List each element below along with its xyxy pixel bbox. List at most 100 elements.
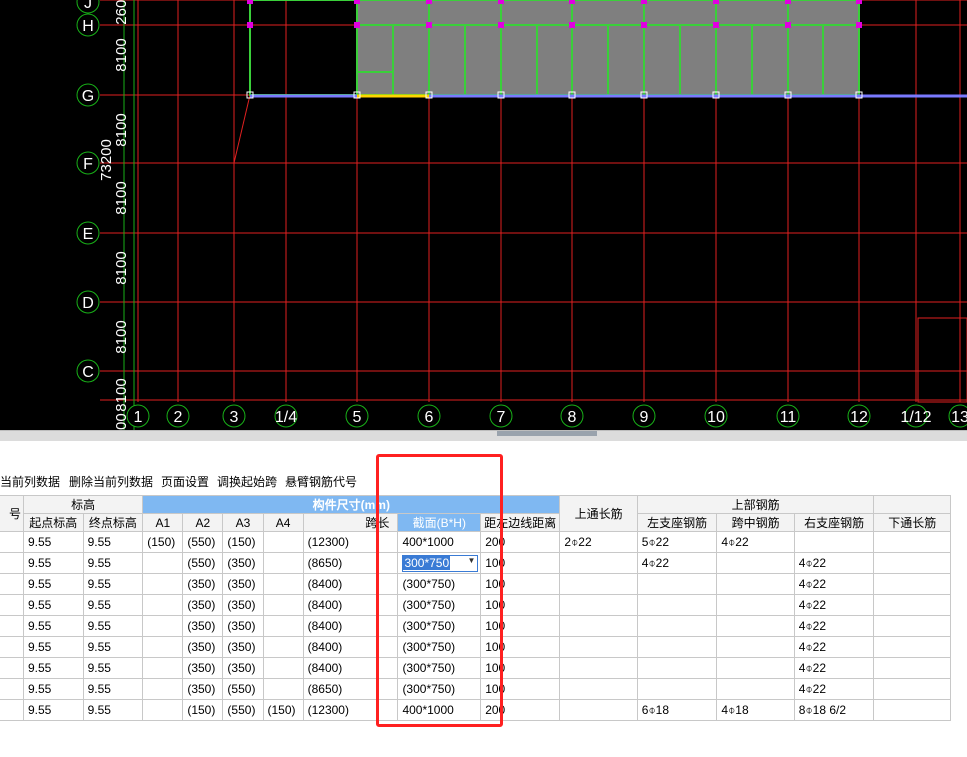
cell-index[interactable] [0,552,24,574]
cell-mid[interactable] [716,657,795,679]
cell-right[interactable]: 4⌽22 [793,678,875,700]
cell-e[interactable]: 9.55 [82,699,144,721]
cell-mid[interactable]: 4⌽22 [716,531,795,553]
cell-right[interactable]: 4⌽22 [793,657,875,679]
cell-index[interactable] [0,615,24,637]
cell-a2[interactable]: (350) [182,594,224,616]
cell-a1[interactable] [142,678,184,700]
cell-left[interactable] [636,615,718,637]
cell-a3[interactable]: (350) [222,657,264,679]
cantilever-rebar-code-button[interactable]: 悬臂钢筋代号 [285,473,357,490]
cell-a1[interactable] [142,699,184,721]
cell-bot[interactable] [873,531,951,553]
cell-top[interactable] [559,678,638,700]
cell-index[interactable] [0,699,24,721]
cell-a1[interactable] [142,552,184,574]
cell-index[interactable] [0,657,24,679]
cell-s[interactable]: 9.55 [22,699,84,721]
cell-e[interactable]: 9.55 [82,531,144,553]
cell-s[interactable]: 9.55 [22,678,84,700]
cell-bot[interactable] [873,573,951,595]
cell-top[interactable] [559,573,638,595]
cell-mid[interactable] [716,573,795,595]
cell-left[interactable] [636,594,718,616]
cell-mid[interactable] [716,615,795,637]
page-setup-button[interactable]: 页面设置 [161,473,209,490]
cell-top[interactable] [559,636,638,658]
cell-bot[interactable] [873,552,951,574]
cell-bot[interactable] [873,636,951,658]
cell-left[interactable]: 4⌽22 [636,552,718,574]
cell-top[interactable] [559,615,638,637]
swap-start-span-button[interactable]: 调换起始跨 [217,473,277,490]
cell-a4[interactable] [262,636,304,658]
cell-mid[interactable] [716,636,795,658]
cell-s[interactable]: 9.55 [22,552,84,574]
splitter-grip[interactable] [497,431,597,436]
cad-drawing[interactable]: JHGFEDC260081008100810081008100810081007… [0,0,967,430]
cell-a3[interactable]: (350) [222,615,264,637]
cell-a4[interactable] [262,657,304,679]
cell-s[interactable]: 9.55 [22,636,84,658]
cell-e[interactable]: 9.55 [82,657,144,679]
cell-mid[interactable] [716,552,795,574]
cell-s[interactable]: 9.55 [22,573,84,595]
cell-a4[interactable] [262,573,304,595]
cell-a2[interactable]: (150) [182,699,224,721]
cell-a3[interactable]: (350) [222,636,264,658]
cell-right[interactable]: 4⌽22 [793,594,875,616]
cell-a4[interactable] [262,531,304,553]
cell-right[interactable]: 4⌽22 [793,552,875,574]
cell-top[interactable] [559,699,638,721]
cell-a1[interactable] [142,657,184,679]
cell-left[interactable] [636,573,718,595]
cell-e[interactable]: 9.55 [82,552,144,574]
cell-e[interactable]: 9.55 [82,573,144,595]
cell-bot[interactable] [873,699,951,721]
current-column-data-button[interactable]: 当前列数据 [0,473,60,490]
cell-a2[interactable]: (350) [182,615,224,637]
cell-right[interactable]: 8⌽18 6/2 [793,699,875,721]
cell-a4[interactable] [262,552,304,574]
cell-e[interactable]: 9.55 [82,594,144,616]
cell-index[interactable] [0,594,24,616]
cell-left[interactable] [636,657,718,679]
cell-a1[interactable] [142,636,184,658]
cell-a3[interactable]: (350) [222,573,264,595]
cell-left[interactable]: 6⌽18 [636,699,718,721]
cell-right[interactable] [793,531,875,553]
cell-a2[interactable]: (350) [182,573,224,595]
cell-a4[interactable] [262,594,304,616]
cell-a3[interactable]: (550) [222,699,264,721]
cell-right[interactable]: 4⌽22 [793,573,875,595]
cell-a3[interactable]: (350) [222,594,264,616]
cell-a3[interactable]: (350) [222,552,264,574]
cell-a2[interactable]: (350) [182,657,224,679]
cad-drawing-canvas[interactable]: J H G F E D C 2600 8100 8100 8100 8100 8100 8100 8100 7… [0,0,967,430]
cell-a4[interactable]: (150) [262,699,304,721]
cell-left[interactable] [636,678,718,700]
cell-a1[interactable] [142,573,184,595]
cell-a4[interactable] [262,615,304,637]
cell-left[interactable] [636,636,718,658]
cell-a4[interactable] [262,678,304,700]
cell-top[interactable] [559,552,638,574]
cell-bot[interactable] [873,594,951,616]
cell-a3[interactable]: (550) [222,678,264,700]
panel-splitter[interactable] [0,430,967,441]
cell-top[interactable]: 2⌽22 [559,531,638,553]
cell-a2[interactable]: (550) [182,552,224,574]
cell-right[interactable]: 4⌽22 [793,615,875,637]
cell-e[interactable]: 9.55 [82,636,144,658]
cell-a2[interactable]: (550) [182,531,224,553]
cell-e[interactable]: 9.55 [82,678,144,700]
cell-top[interactable] [559,594,638,616]
cell-index[interactable] [0,573,24,595]
cell-top[interactable] [559,657,638,679]
cell-mid[interactable] [716,594,795,616]
cell-a1[interactable] [142,594,184,616]
cell-index[interactable] [0,636,24,658]
cell-left[interactable]: 5⌽22 [636,531,718,553]
cell-right[interactable]: 4⌽22 [793,636,875,658]
cell-s[interactable]: 9.55 [22,657,84,679]
